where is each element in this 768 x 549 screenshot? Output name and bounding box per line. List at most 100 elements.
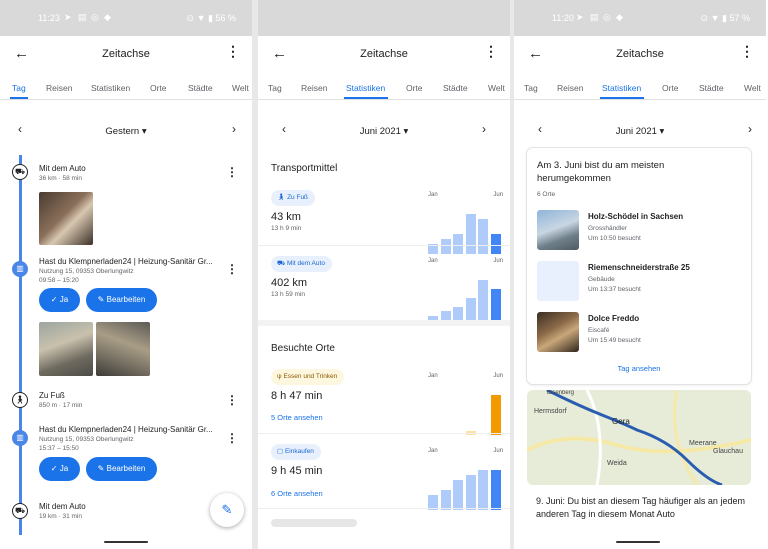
next-chevron-icon[interactable]: ›	[482, 122, 486, 136]
tab-statistiken[interactable]: Statistiken	[91, 83, 130, 93]
building-placeholder-icon[interactable]	[537, 261, 579, 301]
wifi-icon: ▼	[710, 13, 720, 23]
place-photo[interactable]	[537, 312, 579, 352]
yes-button[interactable]: ✓ Ja	[39, 457, 80, 481]
date-label: Gestern	[105, 126, 140, 137]
yes-button[interactable]: ✓ Ja	[39, 288, 80, 312]
view-day-link[interactable]: Tag ansehen	[527, 364, 751, 373]
month-selector[interactable]: Juni 2021 ▾	[258, 126, 510, 137]
place-photo[interactable]	[537, 210, 579, 250]
item-title: Mit dem Auto	[39, 164, 86, 173]
battery-icon: ▮	[208, 13, 213, 23]
screen-statistics-highlights: 11:20 ➤ ▤ ◎ ◆ ⊙ ▼ ▮ 57 % ← Zeitachse ⋮ T…	[514, 0, 766, 549]
map-label: Glauchau	[713, 448, 743, 455]
next-chevron-icon[interactable]: ›	[748, 122, 752, 136]
tab-statistiken[interactable]: Statistiken	[346, 83, 385, 93]
screen-timeline-day: 11:23 ➤ ▤ ◎ ◆ ⊙ ▼ ▮ 56 % ← Zeitachse ⋮ T…	[0, 0, 252, 549]
chart-label-jan: Jan	[428, 373, 438, 379]
place-name[interactable]: Riemenschneiderstraße 25	[588, 263, 690, 272]
pencil-icon: ✎	[97, 464, 105, 473]
shazam-icon: ◎	[603, 12, 611, 22]
chart-bar	[490, 234, 501, 254]
edit-button[interactable]: ✎ Bearbeiten	[86, 288, 157, 312]
telegram-icon: ➤	[64, 12, 72, 22]
status-right: ⊙ ▼ ▮ 57 %	[701, 13, 750, 24]
chart-label-jun: Jun	[493, 258, 503, 264]
item-title: Zu Fuß	[39, 391, 65, 400]
tab-staedte[interactable]: Städte	[699, 83, 724, 93]
chip-car: ⛟ Mit dem Auto	[271, 256, 332, 272]
tab-orte[interactable]: Orte	[406, 83, 423, 93]
place-type: Gebäude	[588, 276, 615, 283]
screen-statistics: ← Zeitachse ⋮ Tag Reisen Statistiken Ort…	[258, 0, 510, 549]
date-navigator: ‹ Juni 2021 ▾ ›	[514, 120, 766, 140]
telegram-icon: ➤	[576, 12, 584, 22]
tab-orte[interactable]: Orte	[662, 83, 679, 93]
tab-welt[interactable]: Welt	[744, 83, 761, 93]
route-map[interactable]: Eisenberg Hermsdorf Gera Meerane Glaucha…	[527, 390, 751, 485]
month-selector[interactable]: Juni 2021 ▾	[514, 126, 766, 137]
status-time: 11:20	[552, 13, 574, 23]
timeline-line	[19, 155, 22, 535]
tab-tag[interactable]: Tag	[268, 83, 282, 93]
tab-welt[interactable]: Welt	[232, 83, 249, 93]
chart-label-jan: Jan	[428, 258, 438, 264]
chip-food: ψ Essen und Trinken	[271, 369, 345, 385]
more-menu-icon[interactable]: ⋮	[226, 43, 240, 60]
place-name[interactable]: Holz-Schödel in Sachsen	[588, 212, 683, 221]
edit-fab-button[interactable]: ✎	[210, 493, 244, 527]
chart-bar	[478, 219, 488, 254]
chart-bar	[453, 234, 463, 254]
battery-level: 57 %	[729, 13, 750, 23]
shopping-duration: 9 h 45 min	[271, 465, 323, 477]
walk-duration: 13 h 9 min	[271, 225, 302, 232]
chart-bar	[490, 395, 501, 435]
chart-label-jun: Jun	[493, 373, 503, 379]
tab-staedte[interactable]: Städte	[188, 83, 213, 93]
food-chart: Jan Jun	[428, 373, 503, 435]
item-menu-icon[interactable]: ⋮	[226, 262, 238, 276]
walk-icon: 🚶︎	[277, 194, 286, 201]
pencil-icon: ✎	[221, 502, 233, 517]
tab-tag[interactable]: Tag	[12, 83, 26, 93]
shazam-icon: ◎	[91, 12, 99, 22]
place-time: Um 13:37 besucht	[588, 286, 641, 293]
battery-icon: ▮	[722, 13, 727, 23]
photo-thumbnail[interactable]	[39, 322, 93, 376]
item-menu-icon[interactable]: ⋮	[226, 393, 238, 407]
more-menu-icon[interactable]: ⋮	[484, 43, 498, 60]
food-places-link[interactable]: 5 Orte ansehen	[271, 413, 323, 422]
photo-thumbnail[interactable]	[96, 322, 150, 376]
item-time: 15:37 – 15:50	[39, 445, 79, 452]
chart-bar	[440, 239, 451, 254]
vpn-icon: ◆	[104, 12, 111, 22]
edit-button[interactable]: ✎ Bearbeiten	[86, 457, 157, 481]
next-chevron-icon[interactable]: ›	[232, 122, 236, 136]
photo-thumbnail[interactable]	[39, 192, 93, 245]
tab-tag[interactable]: Tag	[524, 83, 538, 93]
item-menu-icon[interactable]: ⋮	[226, 165, 238, 179]
tab-reisen[interactable]: Reisen	[46, 83, 72, 93]
tab-bar: Tag Reisen Statistiken Orte Städte Welt	[0, 78, 252, 99]
tab-welt[interactable]: Welt	[488, 83, 505, 93]
chart-bar	[465, 475, 476, 510]
section-visited-places: Besuchte Orte	[271, 343, 335, 354]
tab-statistiken[interactable]: Statistiken	[602, 83, 641, 93]
shopping-places-link[interactable]: 6 Orte ansehen	[271, 489, 323, 498]
walk-icon: 🚶︎	[12, 392, 28, 408]
location-icon: ⊙	[186, 13, 195, 23]
chart-bar	[478, 470, 488, 510]
tab-staedte[interactable]: Städte	[443, 83, 468, 93]
more-menu-icon[interactable]: ⋮	[740, 43, 754, 60]
car-icon: ⛟	[12, 164, 28, 180]
status-bar: 11:23 ➤ ▤ ◎ ◆ ⊙ ▼ ▮ 56 %	[0, 0, 252, 36]
status-bar	[258, 0, 510, 36]
date-selector[interactable]: Gestern ▾	[0, 126, 252, 137]
tab-orte[interactable]: Orte	[150, 83, 167, 93]
chart-bar	[453, 480, 463, 510]
item-menu-icon[interactable]: ⋮	[226, 431, 238, 445]
tab-reisen[interactable]: Reisen	[557, 83, 583, 93]
place-name[interactable]: Dolce Freddo	[588, 314, 639, 323]
tab-reisen[interactable]: Reisen	[301, 83, 327, 93]
item-sub: 19 km · 31 min	[39, 513, 82, 520]
